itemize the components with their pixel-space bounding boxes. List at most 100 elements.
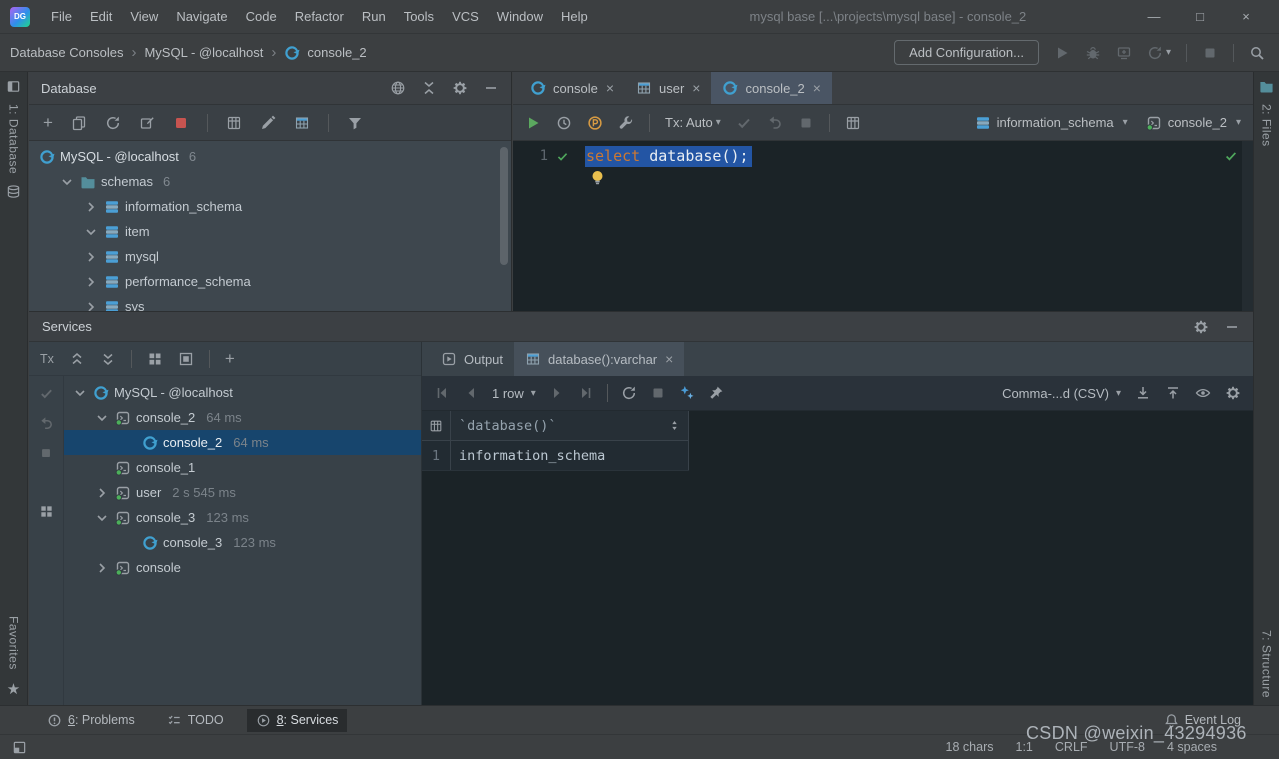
view-eye-icon[interactable] (1195, 385, 1211, 401)
tab-console[interactable]: console × (519, 72, 625, 104)
parameters-icon[interactable] (587, 115, 603, 131)
intention-bulb-icon[interactable] (589, 169, 606, 186)
breadcrumb-console-2[interactable]: console_2 (307, 45, 366, 60)
wrench-icon[interactable] (618, 115, 634, 131)
gear-icon[interactable] (452, 80, 468, 96)
coverage-button[interactable] (1116, 45, 1132, 61)
page-size-dropdown[interactable]: 1 row ▾ (492, 386, 536, 401)
filter-funnel-icon[interactable] (347, 115, 363, 131)
menu-tools[interactable]: Tools (395, 5, 443, 28)
editor-scrollbar[interactable] (1242, 141, 1253, 311)
hide-panel-icon[interactable] (1224, 319, 1240, 335)
close-icon[interactable]: × (813, 80, 821, 96)
close-icon[interactable]: × (692, 80, 700, 96)
service-row-console-1[interactable]: console_1 (64, 455, 421, 480)
services-button[interactable]: 8: Services (246, 708, 348, 732)
layout-icon[interactable] (39, 504, 54, 519)
last-page-icon[interactable] (578, 385, 594, 401)
in-editor-results-icon[interactable] (845, 115, 861, 131)
reload-icon[interactable] (621, 385, 637, 401)
service-row-console[interactable]: console (64, 555, 421, 580)
extractor-dropdown[interactable]: Comma-...d (CSV) ▾ (1002, 386, 1121, 401)
grid-column-header[interactable]: `database()` (451, 411, 689, 440)
problems-button[interactable]: 6: Problems (38, 709, 144, 732)
chevron-down-icon[interactable] (94, 510, 110, 526)
toolwindow-button-files[interactable]: 2: Files (1260, 104, 1274, 147)
close-button[interactable]: × (1223, 9, 1269, 24)
rerun-button[interactable]: ▾ (1147, 45, 1171, 61)
scrollbar-thumb[interactable] (500, 147, 508, 265)
service-row-console-3-result[interactable]: console_3 123 ms (64, 530, 421, 555)
chevron-right-icon[interactable] (83, 199, 99, 215)
tab-result[interactable]: database():varchar × (514, 342, 685, 376)
breadcrumb-mysql-localhost[interactable]: MySQL - @localhost (144, 45, 263, 60)
modify-pencil-icon[interactable] (260, 115, 276, 131)
toolwindow-button-favorites[interactable]: Favorites (7, 616, 21, 670)
value-cell[interactable]: information_schema (451, 441, 689, 470)
chevron-right-icon[interactable] (94, 560, 110, 576)
tx-mode-dropdown[interactable]: Tx: Auto ▾ (665, 115, 721, 130)
favorites-star-icon[interactable]: ★ (7, 680, 20, 698)
service-row-console-3[interactable]: console_3 123 ms (64, 505, 421, 530)
chevron-down-icon[interactable] (94, 410, 110, 426)
gear-icon[interactable] (1193, 319, 1209, 335)
edit-console-icon[interactable] (139, 115, 155, 131)
import-upload-icon[interactable] (1165, 385, 1181, 401)
menu-file[interactable]: File (42, 5, 81, 28)
web-globe-icon[interactable] (390, 80, 406, 96)
toolwindow-button-structure[interactable]: 7: Structure (1260, 630, 1274, 698)
menu-window[interactable]: Window (488, 5, 552, 28)
table-data-icon[interactable] (226, 115, 242, 131)
chevron-right-icon[interactable] (83, 274, 99, 290)
hide-panel-icon[interactable] (483, 80, 499, 96)
minimize-button[interactable]: — (1131, 9, 1177, 24)
service-row-user[interactable]: user 2 s 545 ms (64, 480, 421, 505)
export-download-icon[interactable] (1135, 385, 1151, 401)
add-service-icon[interactable]: + (225, 350, 235, 367)
chevron-right-icon[interactable] (83, 299, 99, 312)
add-datasource-icon[interactable]: + (43, 114, 53, 131)
service-row-datasource[interactable]: MySQL - @localhost (64, 380, 421, 405)
pin-icon[interactable] (708, 385, 724, 401)
collapse-all-icon[interactable] (421, 80, 437, 96)
tree-row-datasource[interactable]: MySQL - @localhost 6 (29, 144, 511, 169)
tree-row-sys[interactable]: sys (29, 294, 511, 311)
rollback-icon[interactable] (767, 115, 783, 131)
commit-check-icon[interactable] (39, 386, 54, 401)
debug-button[interactable] (1085, 45, 1101, 61)
tab-user[interactable]: user × (625, 72, 711, 104)
preview-frame-icon[interactable] (178, 351, 194, 367)
toolwindow-button-database[interactable]: 1: Database (7, 104, 21, 174)
maximize-button[interactable]: □ (1177, 9, 1223, 24)
refresh-icon[interactable] (105, 115, 121, 131)
tx-label[interactable]: Tx (40, 352, 54, 366)
modify-sparkle-icon[interactable] (679, 385, 695, 401)
first-page-icon[interactable] (434, 385, 450, 401)
editor-body[interactable]: 1 select database(); (513, 141, 1253, 311)
menu-run[interactable]: Run (353, 5, 395, 28)
stop-icon[interactable] (798, 115, 814, 131)
menu-code[interactable]: Code (237, 5, 286, 28)
selection-chars-widget[interactable]: 18 chars (946, 740, 994, 754)
group-by-icon[interactable] (147, 351, 163, 367)
stop-icon[interactable] (650, 385, 666, 401)
close-icon[interactable]: × (665, 351, 673, 367)
tree-row-performance-schema[interactable]: performance_schema (29, 269, 511, 294)
commit-check-icon[interactable] (736, 115, 752, 131)
menu-help[interactable]: Help (552, 5, 597, 28)
toolwindow-toggle-icon[interactable] (12, 740, 27, 755)
duplicate-icon[interactable] (71, 115, 87, 131)
tab-output[interactable]: Output (430, 342, 514, 376)
stop-connection-icon[interactable] (173, 115, 189, 131)
menu-navigate[interactable]: Navigate (167, 5, 236, 28)
gear-icon[interactable] (1225, 385, 1241, 401)
service-row-console-2-result[interactable]: console_2 64 ms (64, 430, 421, 455)
search-everywhere-icon[interactable] (1249, 45, 1265, 61)
breadcrumb-database-consoles[interactable]: Database Consoles (10, 45, 123, 60)
close-icon[interactable]: × (606, 80, 614, 96)
schema-dropdown[interactable]: information_schema ▾ (975, 115, 1128, 131)
tree-row-schemas[interactable]: schemas 6 (29, 169, 511, 194)
tree-row-information-schema[interactable]: information_schema (29, 194, 511, 219)
expand-all-icon[interactable] (69, 351, 85, 367)
database-stack-icon[interactable] (6, 184, 21, 199)
